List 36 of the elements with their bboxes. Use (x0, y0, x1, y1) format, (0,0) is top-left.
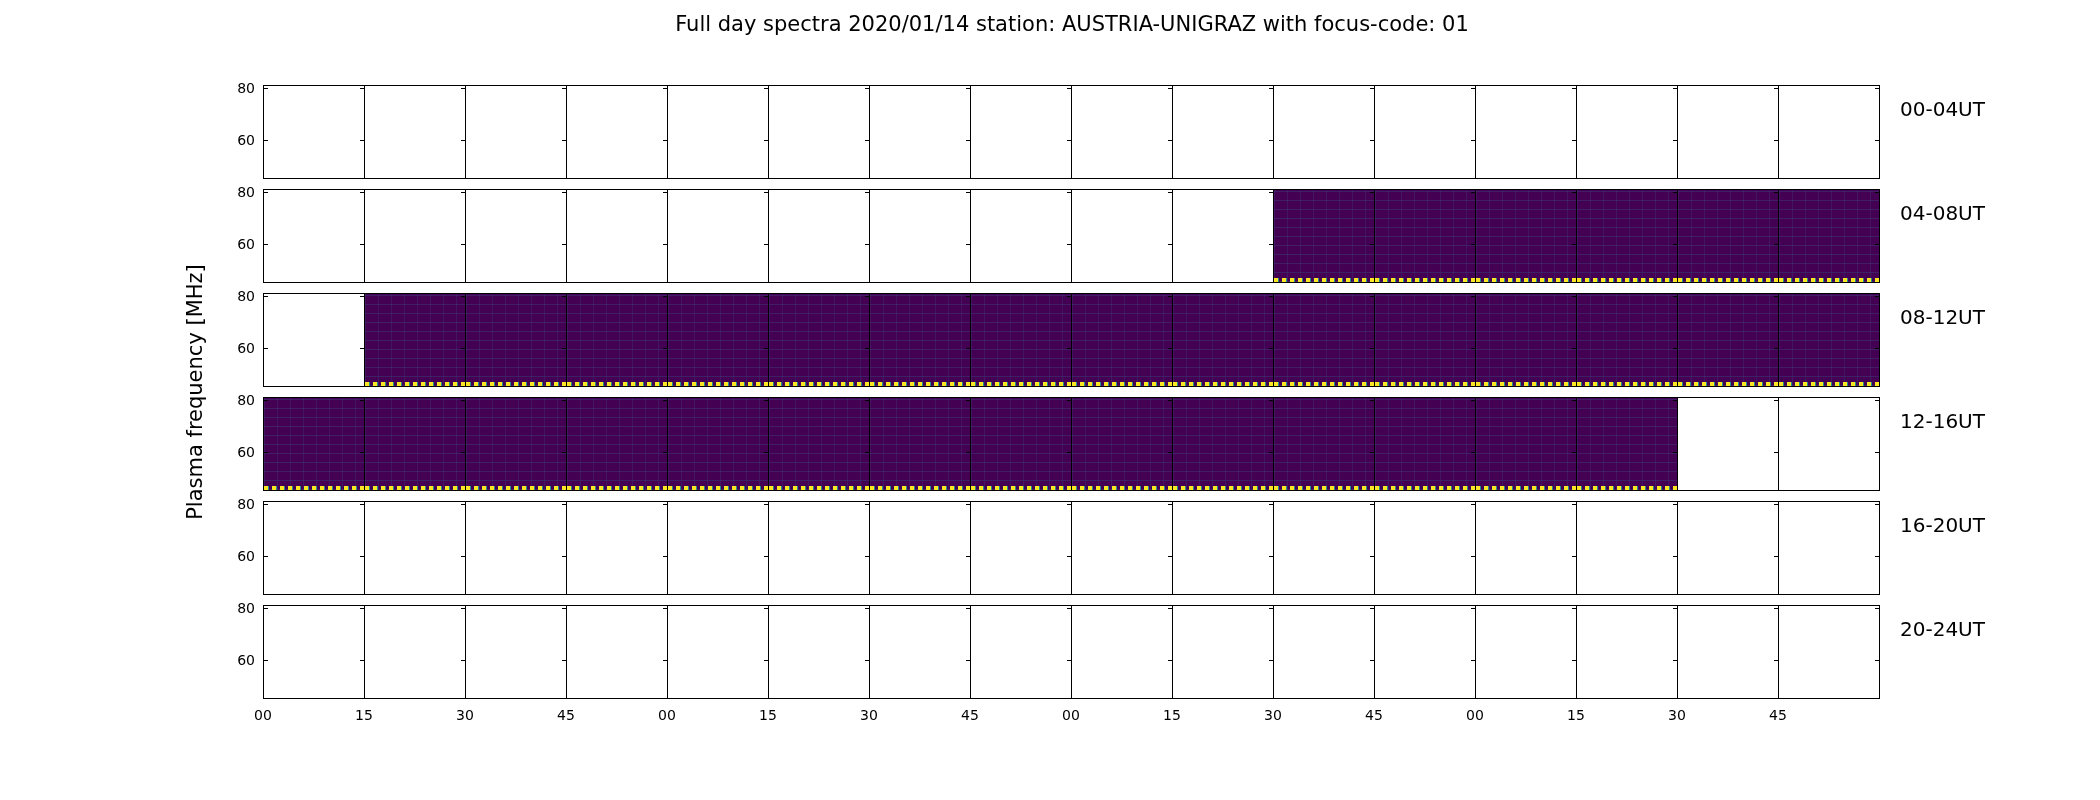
figure-title: Full day spectra 2020/01/14 station: AUSTRIA-UNIGRAZ with focus-code: 01 (674, 11, 1470, 38)
x-tick-label: 15 (1163, 707, 1181, 723)
y-tick-label: 60 (237, 341, 255, 355)
x-tick-label: 00 (658, 707, 676, 723)
y-tick-label: 80 (237, 497, 255, 511)
x-tick-label: 15 (759, 707, 777, 723)
time-range-label: 16-20UT (1899, 512, 1985, 539)
y-tick-label: 60 (237, 445, 255, 459)
x-tick-label: 30 (1668, 707, 1686, 723)
y-tick-label: 60 (237, 549, 255, 563)
x-tick-label: 15 (1567, 707, 1585, 723)
y-tick-label: 80 (237, 601, 255, 615)
time-range-label: 04-08UT (1899, 200, 1985, 227)
y-tick-label: 60 (237, 653, 255, 667)
time-range-label: 08-12UT (1899, 304, 1985, 331)
x-tick-label: 00 (1466, 707, 1484, 723)
y-tick-label: 80 (237, 289, 255, 303)
x-tick-label: 15 (355, 707, 373, 723)
x-tick-label: 00 (1062, 707, 1080, 723)
x-tick-label: 30 (860, 707, 878, 723)
time-range-label: 20-24UT (1899, 616, 1985, 643)
x-tick-label: 30 (1264, 707, 1282, 723)
x-tick-label: 45 (961, 707, 979, 723)
y-tick-label: 80 (237, 185, 255, 199)
y-tick-label: 60 (237, 133, 255, 147)
time-range-label: 12-16UT (1899, 408, 1985, 435)
y-tick-label: 80 (237, 393, 255, 407)
x-tick-label: 45 (1365, 707, 1383, 723)
y-tick-label: 80 (237, 81, 255, 95)
x-tick-label: 45 (1769, 707, 1787, 723)
y-axis-label: Plasma frequency [MHz] (183, 264, 207, 520)
x-tick-label: 30 (456, 707, 474, 723)
y-tick-label: 60 (237, 237, 255, 251)
time-range-label: 00-04UT (1899, 96, 1985, 123)
x-tick-label: 00 (254, 707, 272, 723)
x-tick-label: 45 (557, 707, 575, 723)
